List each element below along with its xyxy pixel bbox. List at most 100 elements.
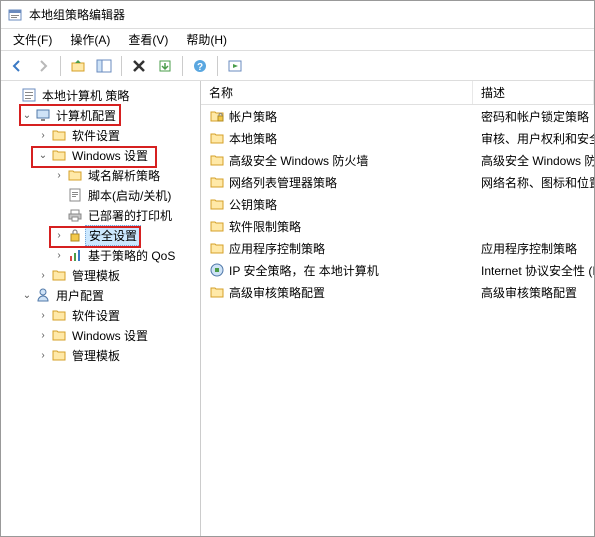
tree-software-settings[interactable]: › 软件设置 [1, 125, 200, 145]
cell-name: 帐户策略 [201, 108, 473, 125]
cell-name: 公钥策略 [201, 196, 473, 213]
tree-computer-config[interactable]: ⌄ 计算机配置 [1, 105, 200, 125]
export-button[interactable] [153, 54, 177, 78]
chevron-down-icon[interactable]: ⌄ [21, 289, 33, 301]
row-name: 软件限制策略 [229, 218, 301, 235]
tree-name-resolution[interactable]: › 域名解析策略 [1, 165, 200, 185]
tree-printers[interactable]: 已部署的打印机 [1, 205, 200, 225]
row-name: IP 安全策略，在 本地计算机 [229, 262, 379, 279]
tree-label: 已部署的打印机 [85, 206, 175, 225]
up-button[interactable] [66, 54, 90, 78]
forward-button[interactable] [31, 54, 55, 78]
folder-icon [209, 174, 225, 190]
list-row[interactable]: 高级审核策略配置 高级审核策略配置 [201, 281, 594, 303]
tree-label: 基于策略的 QoS [85, 246, 178, 265]
chevron-right-icon[interactable]: › [53, 169, 65, 181]
menu-help[interactable]: 帮助(H) [178, 29, 235, 50]
twisty-icon [53, 209, 65, 221]
menu-action[interactable]: 操作(A) [62, 29, 118, 50]
list-row[interactable]: IP 安全策略，在 本地计算机Internet 协议安全性 (IPsec) [201, 259, 594, 281]
menu-view[interactable]: 查看(V) [120, 29, 176, 50]
tree-windows-settings[interactable]: ⌄ Windows 设置 [1, 145, 200, 165]
folder-icon [209, 284, 225, 300]
list-row[interactable]: 高级安全 Windows 防火墙高级安全 Windows 防火墙 [201, 149, 594, 171]
column-name[interactable]: 名称 [201, 81, 473, 104]
menu-file[interactable]: 文件(F) [5, 29, 60, 50]
cell-name: 软件限制策略 [201, 218, 473, 235]
list-row[interactable]: 软件限制策略 [201, 215, 594, 237]
list-row[interactable]: 本地策略审核、用户权利和安全选项 [201, 127, 594, 149]
tree-user-software-settings[interactable]: › 软件设置 [1, 305, 200, 325]
user-icon [35, 287, 51, 303]
script-icon [67, 187, 83, 203]
toolbar-separator [121, 56, 122, 76]
row-name: 网络列表管理器策略 [229, 174, 337, 191]
folder-icon [51, 307, 67, 323]
twisty-icon [7, 89, 19, 101]
row-name: 高级审核策略配置 [229, 284, 325, 301]
folder-icon [51, 147, 67, 163]
chevron-right-icon[interactable]: › [37, 349, 49, 361]
tree-label: Windows 设置 [69, 326, 151, 345]
chevron-down-icon[interactable]: ⌄ [21, 109, 33, 121]
tree-pane[interactable]: 本地计算机 策略 ⌄ 计算机配置 › 软件设置 ⌄ Windows 设置 › 域… [1, 81, 201, 536]
help-button[interactable]: ? [188, 54, 212, 78]
chevron-right-icon[interactable]: › [53, 249, 65, 261]
cell-description: 高级审核策略配置 [473, 284, 594, 301]
row-name: 应用程序控制策略 [229, 240, 325, 257]
tree-label: 管理模板 [69, 266, 123, 285]
back-button[interactable] [5, 54, 29, 78]
tree-label: 管理模板 [69, 346, 123, 365]
tree-root[interactable]: 本地计算机 策略 [1, 85, 200, 105]
chevron-right-icon[interactable]: › [37, 309, 49, 321]
row-name: 帐户策略 [229, 108, 277, 125]
folder-icon [67, 167, 83, 183]
row-name: 高级安全 Windows 防火墙 [229, 152, 368, 169]
tree-scripts[interactable]: 脚本(启动/关机) [1, 185, 200, 205]
tree-qos[interactable]: › 基于策略的 QoS [1, 245, 200, 265]
show-hide-tree-button[interactable] [92, 54, 116, 78]
tree-admin-templates[interactable]: › 管理模板 [1, 265, 200, 285]
toolbar-separator [60, 56, 61, 76]
run-button[interactable] [223, 54, 247, 78]
tree-security-settings[interactable]: › 安全设置 [1, 225, 200, 245]
cell-name: IP 安全策略，在 本地计算机 [201, 262, 473, 279]
column-description[interactable]: 描述 [473, 81, 594, 104]
list-row[interactable]: 网络列表管理器策略 网络名称、图标和位置组策略 [201, 171, 594, 193]
folder-icon [51, 127, 67, 143]
cell-name: 本地策略 [201, 130, 473, 147]
window-title: 本地组策略编辑器 [29, 6, 125, 23]
tree-user-config[interactable]: ⌄ 用户配置 [1, 285, 200, 305]
tree-user-admin-templates[interactable]: › 管理模板 [1, 345, 200, 365]
tree-label: 用户配置 [53, 286, 107, 305]
ipsec-icon [209, 262, 225, 278]
cell-description: 网络名称、图标和位置组策略 [473, 174, 594, 191]
chevron-right-icon[interactable]: › [37, 329, 49, 341]
tree-label: 安全设置 [85, 225, 141, 246]
svg-text:?: ? [197, 62, 203, 73]
delete-button[interactable] [127, 54, 151, 78]
cell-name: 高级安全 Windows 防火墙 [201, 152, 473, 169]
chevron-right-icon[interactable]: › [53, 229, 65, 241]
tree-user-windows-settings[interactable]: › Windows 设置 [1, 325, 200, 345]
list-row[interactable]: 应用程序控制策略应用程序控制策略 [201, 237, 594, 259]
folder-icon [51, 347, 67, 363]
computer-icon [35, 107, 51, 123]
folder-icon [209, 152, 225, 168]
chevron-down-icon[interactable]: ⌄ [37, 149, 49, 161]
tree-label: 脚本(启动/关机) [85, 186, 174, 205]
main-content: 本地计算机 策略 ⌄ 计算机配置 › 软件设置 ⌄ Windows 设置 › 域… [1, 81, 594, 536]
cell-name: 应用程序控制策略 [201, 240, 473, 257]
chevron-right-icon[interactable]: › [37, 129, 49, 141]
printer-icon [67, 207, 83, 223]
toolbar-separator [217, 56, 218, 76]
title-bar: 本地组策略编辑器 [1, 1, 594, 29]
list-body: 帐户策略密码和帐户锁定策略本地策略审核、用户权利和安全选项高级安全 Window… [201, 105, 594, 303]
list-row[interactable]: 帐户策略密码和帐户锁定策略 [201, 105, 594, 127]
folder-icon [209, 218, 225, 234]
list-row[interactable]: 公钥策略 [201, 193, 594, 215]
folder-icon [51, 267, 67, 283]
list-pane[interactable]: 名称 描述 帐户策略密码和帐户锁定策略本地策略审核、用户权利和安全选项高级安全 … [201, 81, 594, 536]
tree-label: 软件设置 [69, 306, 123, 325]
chevron-right-icon[interactable]: › [37, 269, 49, 281]
